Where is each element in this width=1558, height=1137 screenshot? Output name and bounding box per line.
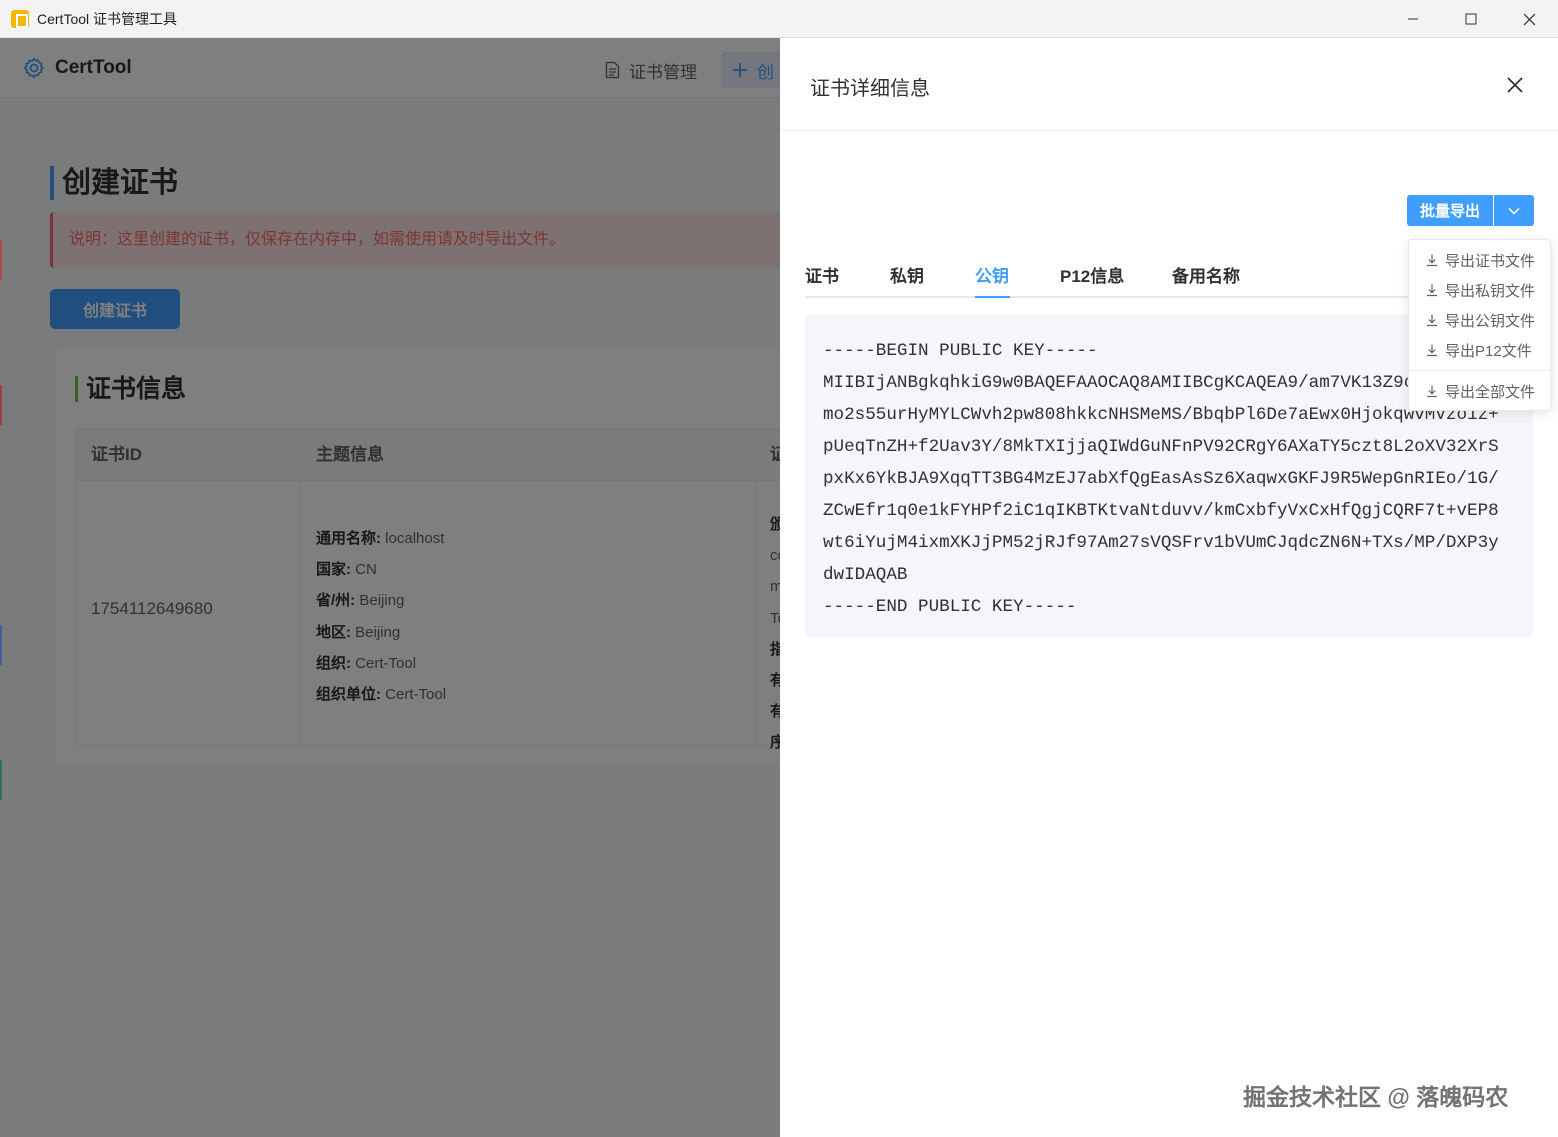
key-line: pUeqTnZH+f2Uav3Y/8MkTXIjjaQIWdGuNFnPV92C… — [823, 437, 1499, 457]
menu-item-label: 导出公钥文件 — [1445, 312, 1536, 330]
menu-item-label: 导出全部文件 — [1445, 383, 1536, 401]
download-icon — [1427, 385, 1437, 398]
menu-item-export-private-key[interactable]: 导出私钥文件 — [1409, 275, 1550, 305]
window-close-button[interactable] — [1500, 0, 1558, 38]
tab-private-key[interactable]: 私钥 — [890, 262, 924, 287]
drawer-title: 证书详细信息 — [810, 78, 930, 100]
batch-export-split-button: 批量导出 — [1407, 195, 1534, 226]
batch-export-dropdown-toggle[interactable] — [1494, 195, 1534, 226]
app-icon — [11, 9, 29, 28]
edge-accent — [0, 385, 2, 425]
window-title: CertTool 证书管理工具 — [37, 10, 178, 27]
cert-detail-drawer: 证书详细信息 批量导出 证书 私钥 公钥 P12信息 备用名称 -----BEG… — [780, 38, 1558, 1137]
maximize-icon — [1465, 13, 1477, 25]
menu-item-label: 导出私钥文件 — [1445, 282, 1536, 300]
drawer-close-button[interactable] — [1502, 72, 1528, 98]
key-line: pxKx6YkBJA9XqqTT3BG4MzEJ7abXfQgEasAsSz6X… — [823, 469, 1499, 489]
key-line: ZCwEfr1q0e1kFYHPf2iC1qIKBTKtvaNtduvv/kmC… — [823, 501, 1499, 521]
detail-tabs: 证书 私钥 公钥 P12信息 备用名称 — [805, 250, 1408, 298]
edge-accent — [0, 760, 2, 800]
menu-item-export-p12[interactable]: 导出P12文件 — [1409, 335, 1550, 365]
close-icon — [1507, 77, 1523, 93]
drawer-mask[interactable] — [0, 38, 780, 1137]
download-icon — [1427, 254, 1437, 267]
minimize-icon — [1408, 18, 1418, 20]
export-dropdown-menu: 导出证书文件 导出私钥文件 导出公钥文件 导出P12文件 导出全部文件 — [1408, 239, 1551, 411]
edge-accent — [0, 240, 2, 280]
menu-divider — [1409, 370, 1550, 371]
download-icon — [1427, 344, 1437, 357]
minimize-button[interactable] — [1384, 0, 1442, 38]
active-tab-indicator — [975, 296, 1010, 298]
tab-alt-names[interactable]: 备用名称 — [1172, 262, 1240, 287]
window-titlebar: CertTool 证书管理工具 — [0, 0, 1558, 38]
download-icon — [1427, 284, 1437, 297]
window-controls — [1384, 0, 1558, 38]
download-icon — [1427, 314, 1437, 327]
key-line: dwIDAQAB — [823, 565, 908, 585]
tab-certificate[interactable]: 证书 — [805, 262, 839, 287]
maximize-button[interactable] — [1442, 0, 1500, 38]
menu-item-export-cert[interactable]: 导出证书文件 — [1409, 245, 1550, 275]
menu-item-label: 导出证书文件 — [1445, 252, 1536, 270]
menu-item-label: 导出P12文件 — [1445, 342, 1532, 360]
edge-accent — [0, 625, 2, 665]
batch-export-button[interactable]: 批量导出 — [1407, 195, 1493, 226]
key-line: -----END PUBLIC KEY----- — [823, 597, 1077, 617]
key-line: wt6iYujM4ixmXKJjPM52jRJf97Am27sVQSFrv1bV… — [823, 533, 1499, 553]
watermark: 掘金技术社区 @ 落魄码农 — [1243, 1084, 1509, 1110]
tab-p12-info[interactable]: P12信息 — [1060, 262, 1124, 287]
drawer-header: 证书详细信息 — [780, 38, 1558, 131]
chevron-down-icon — [1508, 207, 1520, 215]
menu-item-export-all[interactable]: 导出全部文件 — [1409, 376, 1550, 406]
tabs-divider — [805, 296, 1408, 298]
close-icon — [1523, 13, 1535, 25]
tab-public-key[interactable]: 公钥 — [975, 262, 1009, 287]
menu-item-export-public-key[interactable]: 导出公钥文件 — [1409, 305, 1550, 335]
